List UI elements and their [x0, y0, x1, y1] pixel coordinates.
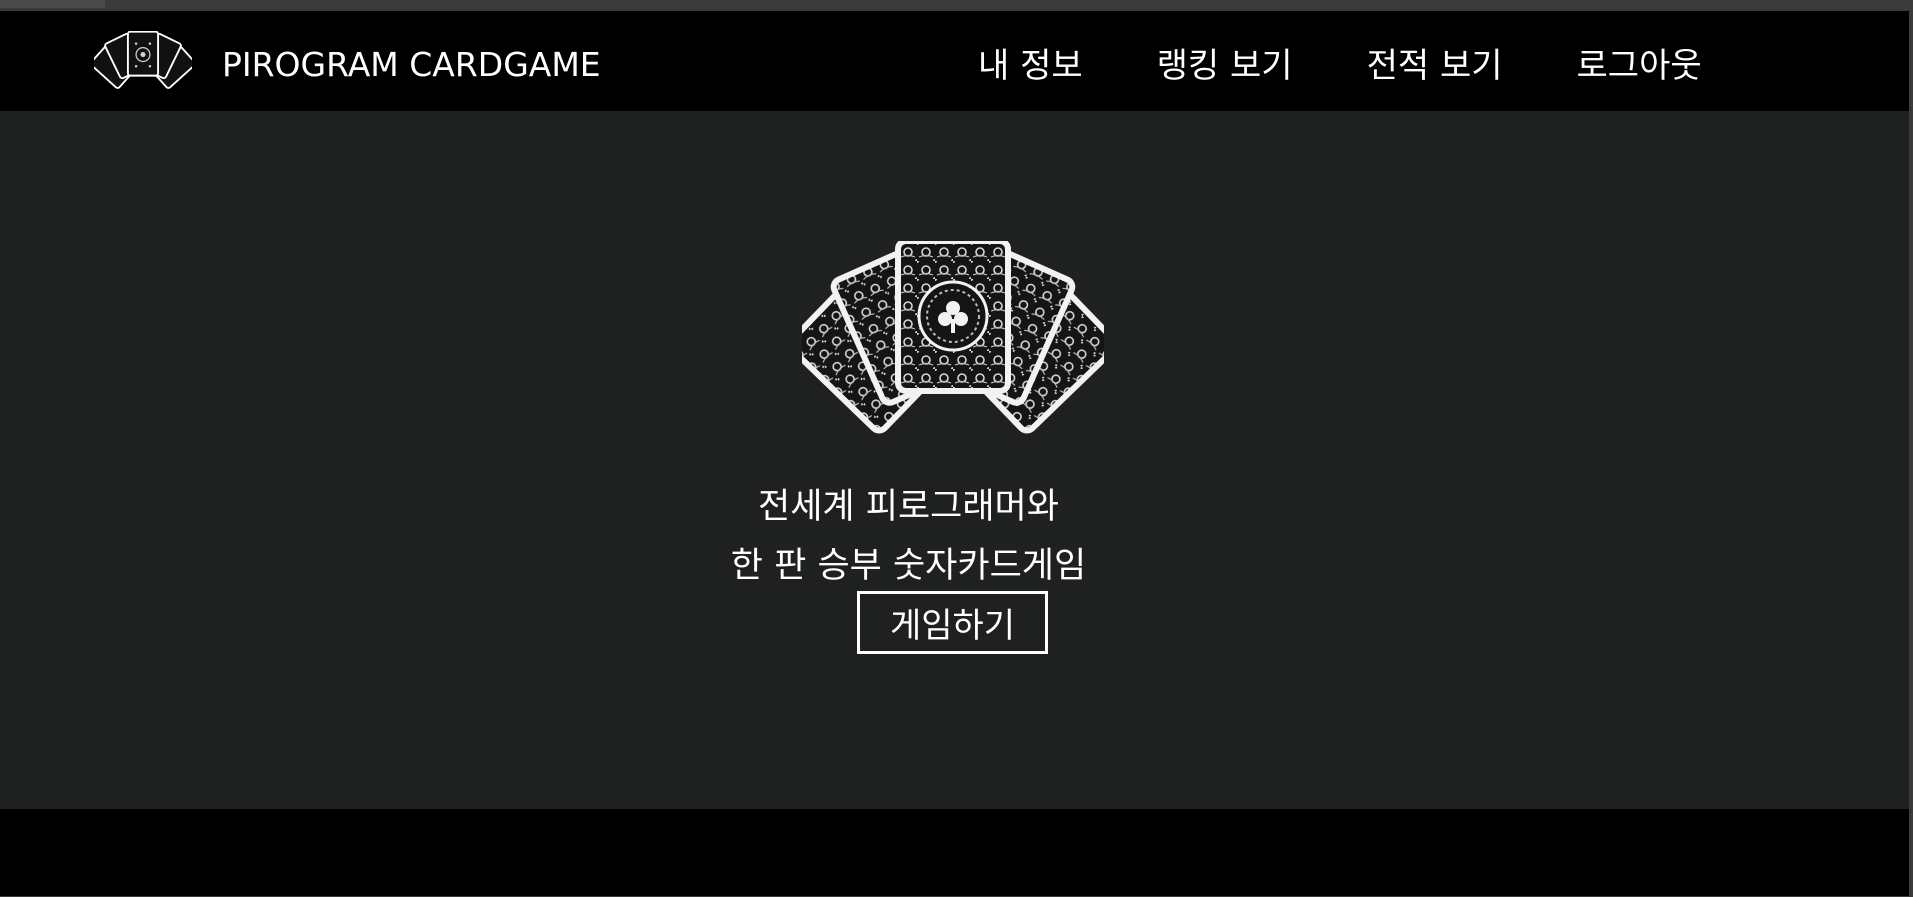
nav-my-info[interactable]: 내 정보: [978, 38, 1083, 87]
navbar: PIROGRAM CARDGAME 내 정보 랭킹 보기 전적 보기 로그아웃: [0, 11, 1909, 111]
footer: [0, 809, 1909, 896]
playing-cards-fan-icon: [94, 31, 192, 89]
nav-ranking[interactable]: 랭킹 보기: [1157, 38, 1293, 87]
brand-title: PIROGRAM CARDGAME: [222, 44, 601, 84]
hero-tagline-line1: 전세계 피로그래머와: [758, 487, 1059, 527]
nav-record[interactable]: 전적 보기: [1367, 38, 1503, 87]
browser-tab-strip: [0, 0, 105, 8]
nav-logout[interactable]: 로그아웃: [1577, 38, 1702, 87]
hero-section: 전세계 피로그래머와 한 판 승부 숫자카드게임 게임하기: [0, 111, 1909, 809]
play-game-button[interactable]: 게임하기: [857, 591, 1048, 654]
brand[interactable]: PIROGRAM CARDGAME: [94, 31, 601, 97]
nav-menu: 내 정보 랭킹 보기 전적 보기 로그아웃: [978, 38, 1702, 87]
playing-cards-fan-icon: [802, 241, 1104, 434]
hero-tagline-line2: 한 판 승부 숫자카드게임: [730, 546, 1087, 586]
app-window: PIROGRAM CARDGAME 내 정보 랭킹 보기 전적 보기 로그아웃: [0, 11, 1913, 896]
